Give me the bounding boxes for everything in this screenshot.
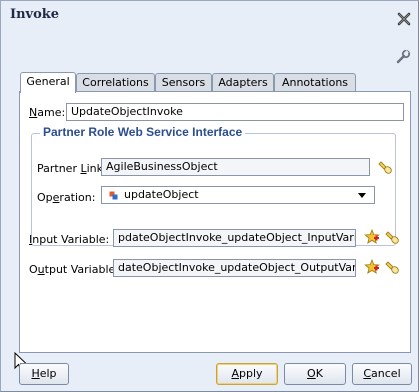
operation-icon <box>109 191 118 200</box>
general-panel: Name: UpdateObjectInvoke Partner Role We… <box>19 91 411 353</box>
chevron-down-icon[interactable] <box>358 193 366 198</box>
output-variable-field: dateObjectInvoke_updateObject_OutputVari… <box>113 259 356 277</box>
tab-annotations[interactable]: Annotations <box>274 73 356 91</box>
partner-link-label: Partner Link: <box>37 162 107 175</box>
group-title: Partner Role Web Service Interface <box>40 125 246 139</box>
dialog-title: Invoke <box>10 7 60 22</box>
wrench-icon[interactable] <box>395 49 411 65</box>
name-label: Name: <box>29 106 66 119</box>
help-button[interactable]: Help <box>19 363 69 385</box>
ok-button[interactable]: OK <box>284 363 346 385</box>
create-variable-icon[interactable] <box>364 229 380 245</box>
tab-general[interactable]: General <box>20 72 76 93</box>
input-variable-label: Input Variable: <box>29 233 110 246</box>
flashlight-icon[interactable] <box>384 259 400 275</box>
close-icon[interactable] <box>397 12 411 26</box>
name-field[interactable]: UpdateObjectInvoke <box>66 103 404 121</box>
invoke-dialog: Invoke General Correlations Sensors Adap… <box>0 0 419 392</box>
create-variable-icon[interactable] <box>364 259 380 275</box>
flashlight-icon[interactable] <box>384 229 400 245</box>
partner-link-field: AgileBusinessObject <box>101 158 370 176</box>
tab-adapters[interactable]: Adapters <box>212 73 274 91</box>
operation-value: updateObject <box>124 188 199 201</box>
input-variable-field: pdateObjectInvoke_updateObject_InputVari… <box>113 229 356 247</box>
output-variable-label: Output Variable: <box>29 263 119 276</box>
apply-button[interactable]: Apply <box>216 363 278 385</box>
flashlight-icon[interactable] <box>377 159 393 175</box>
operation-label: Operation: <box>37 191 96 204</box>
tab-correlations[interactable]: Correlations <box>76 73 155 91</box>
operation-select[interactable]: updateObject <box>101 186 375 204</box>
cancel-button[interactable]: Cancel <box>352 363 412 385</box>
tab-sensors[interactable]: Sensors <box>155 73 212 91</box>
